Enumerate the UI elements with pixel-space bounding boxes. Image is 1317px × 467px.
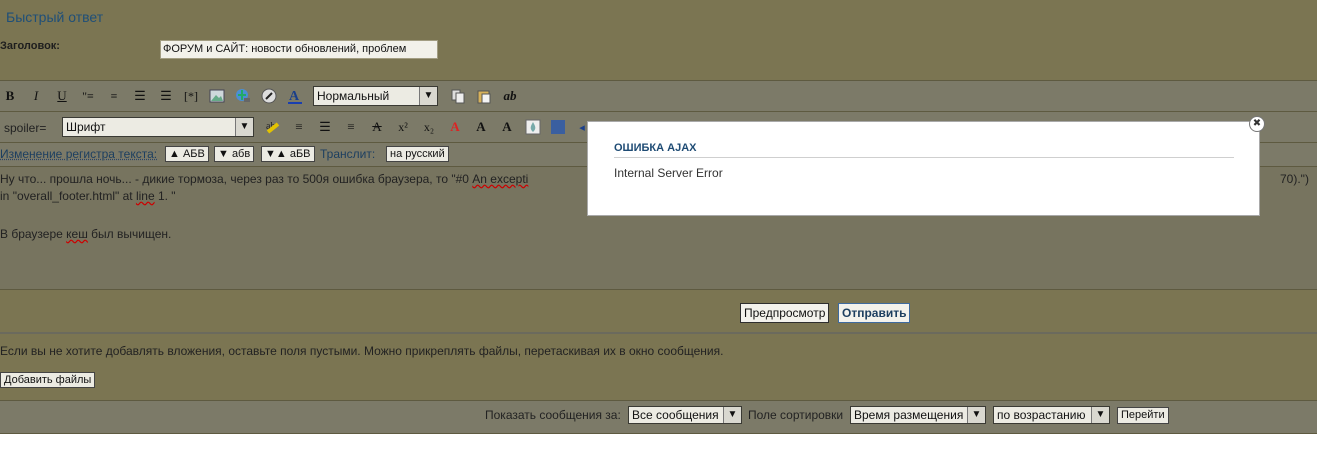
dialog-message: Internal Server Error (614, 166, 723, 180)
case-label: Изменение регистра текста: (0, 147, 158, 161)
align-center-icon[interactable]: ≡ (289, 117, 309, 137)
translit-label: Транслит: (320, 147, 376, 161)
chevron-down-icon: ▼ (967, 407, 985, 423)
attachments-note: Если вы не хотите добавлять вложения, ос… (0, 344, 724, 358)
subject-label: Заголовок: (0, 40, 60, 52)
lower-case-button[interactable]: ▼ абв (214, 146, 255, 162)
gradient-icon[interactable] (548, 117, 568, 137)
highlight-icon[interactable]: ab (263, 117, 283, 137)
font-color-icon[interactable]: A (285, 86, 305, 106)
paste-icon[interactable] (474, 86, 494, 106)
submit-button[interactable]: Отправить (838, 303, 911, 323)
message-line-3: В браузере кеш был вычищен. (0, 227, 172, 241)
ajax-error-dialog: ОШИБКА AJAX Internal Server Error (587, 121, 1260, 216)
font-size-select[interactable]: Нормальный ▼ (313, 86, 438, 106)
chevron-down-icon: ▼ (235, 118, 253, 136)
sort-field-label: Поле сортировки (748, 408, 844, 422)
superscript-icon[interactable]: x² (393, 117, 413, 137)
list-icon[interactable]: ☰ (130, 86, 150, 106)
underline-button[interactable]: U (52, 86, 72, 106)
translit-button[interactable]: на русский (386, 146, 449, 162)
text-glow-icon[interactable]: A (497, 117, 517, 137)
dialog-title: ОШИБКА AJAX (614, 142, 697, 154)
message-line-2: in "overall_footer.html" at line 1. " (0, 189, 176, 203)
align-right-icon[interactable]: ≡ (341, 117, 361, 137)
link-icon[interactable] (233, 86, 253, 106)
upper-case-button[interactable]: ▲ АБВ (165, 146, 209, 162)
message-line-1: Ну что... прошла ночь... - дикие тормоза… (0, 172, 529, 186)
close-icon[interactable]: ✖ (1249, 116, 1265, 132)
chevron-down-icon: ▼ (419, 87, 437, 105)
quote-icon[interactable]: "≡ (78, 86, 98, 106)
replace-icon[interactable]: ab (500, 86, 520, 106)
strikethrough-icon[interactable]: A (367, 117, 387, 137)
font-family-select[interactable]: Шрифт ▼ (62, 117, 254, 137)
toggle-case-button[interactable]: ▼▲ аБВ (261, 146, 315, 162)
sort-field-select[interactable]: Время размещения ▼ (850, 406, 986, 424)
flash-icon[interactable] (259, 86, 279, 106)
subject-input[interactable]: ФОРУМ и САЙТ: новости обновлений, пробле… (160, 40, 438, 59)
numbered-list-icon[interactable]: ☰ (156, 86, 176, 106)
chevron-down-icon: ▼ (723, 407, 741, 423)
subscript-icon[interactable]: x₂ (419, 117, 439, 137)
list-item-icon[interactable]: [*] (181, 86, 201, 106)
preview-button[interactable]: Предпросмотр (740, 303, 830, 323)
sort-order-select[interactable]: по возрастанию ▼ (993, 406, 1110, 424)
add-files-button[interactable]: Добавить файлы (0, 372, 96, 388)
dialog-divider (614, 157, 1234, 158)
go-button[interactable]: Перейти (1117, 407, 1169, 424)
image-icon[interactable] (207, 86, 227, 106)
spoiler-label[interactable]: spoiler= (4, 121, 46, 135)
text-outline-red-icon[interactable]: A (445, 117, 465, 137)
code-icon[interactable]: ≡ (104, 86, 124, 106)
text-shadow-icon[interactable]: A (471, 117, 491, 137)
message-line-1-end: 70).") (1280, 172, 1309, 186)
italic-button[interactable]: I (26, 86, 46, 106)
copy-icon[interactable] (448, 86, 468, 106)
show-posts-label: Показать сообщения за: (485, 408, 621, 422)
actions-bar (0, 289, 1317, 333)
page-title: Быстрый ответ (6, 9, 104, 25)
bold-button[interactable]: B (0, 86, 20, 106)
align-justify-icon[interactable]: ☰ (315, 117, 335, 137)
drop-icon[interactable] (523, 117, 543, 137)
show-posts-select[interactable]: Все сообщения ▼ (628, 406, 742, 424)
svg-text:A: A (289, 89, 300, 104)
chevron-down-icon: ▼ (1091, 407, 1109, 423)
